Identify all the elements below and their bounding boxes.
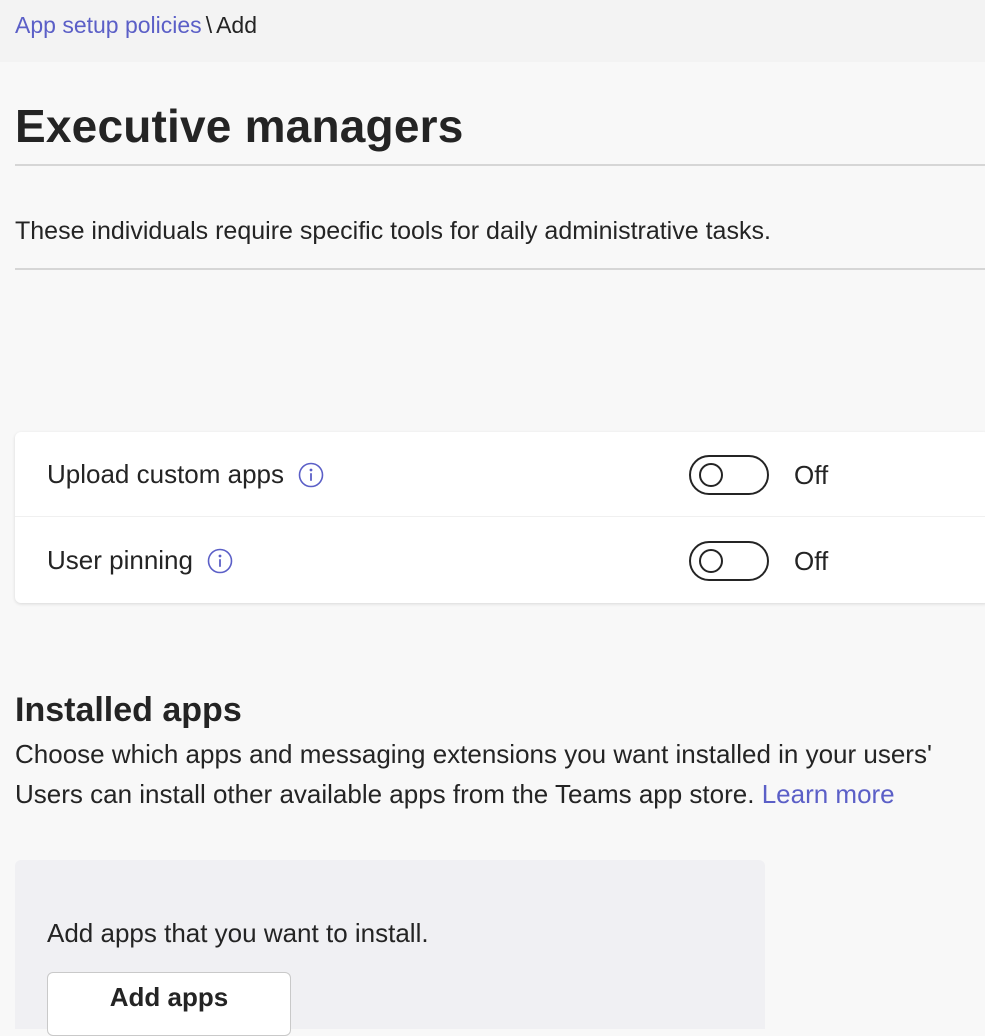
toggle-knob [699, 463, 723, 487]
add-apps-prompt: Add apps that you want to install. [47, 918, 429, 948]
upload-custom-apps-toggle[interactable] [689, 455, 769, 495]
add-apps-button[interactable]: Add apps [47, 972, 291, 1036]
installed-apps-description-line-2: Users can install other available apps f… [15, 774, 985, 814]
info-icon[interactable] [207, 547, 233, 574]
description-divider [15, 268, 985, 270]
installed-apps-description: Choose which apps and messaging extensio… [15, 734, 985, 814]
breadcrumb-separator: \ [205, 12, 213, 38]
setting-label-container: User pinning [47, 542, 233, 578]
installed-apps-heading: Installed apps [15, 691, 242, 729]
title-divider [15, 164, 985, 166]
user-pinning-toggle[interactable] [689, 541, 769, 581]
toggle-state-label: Off [794, 546, 829, 576]
toggle-knob [699, 549, 723, 573]
breadcrumb-link-app-setup-policies[interactable]: App setup policies [15, 12, 202, 38]
description-text: Users can install other available apps f… [15, 779, 755, 809]
setting-row-user-pinning: User pinning Off [15, 518, 985, 603]
learn-more-link[interactable]: Learn more [762, 779, 895, 809]
setting-row-upload-custom-apps: Upload custom apps Off [15, 432, 985, 517]
installed-apps-description-line-1: Choose which apps and messaging extensio… [15, 739, 932, 769]
policy-description: These individuals require specific tools… [15, 217, 771, 245]
setting-label-container: Upload custom apps [47, 456, 324, 492]
setting-label: User pinning [47, 545, 193, 575]
settings-card: Upload custom apps Off User pinning Off [15, 432, 985, 603]
add-apps-panel: Add apps that you want to install. Add a… [15, 860, 765, 1036]
breadcrumb-current: Add [216, 12, 258, 38]
breadcrumb: App setup policies \ Add [0, 0, 985, 62]
page-title: Executive managers [15, 100, 464, 152]
setting-label: Upload custom apps [47, 459, 285, 489]
info-icon[interactable] [298, 461, 324, 488]
toggle-state-label: Off [794, 460, 829, 490]
